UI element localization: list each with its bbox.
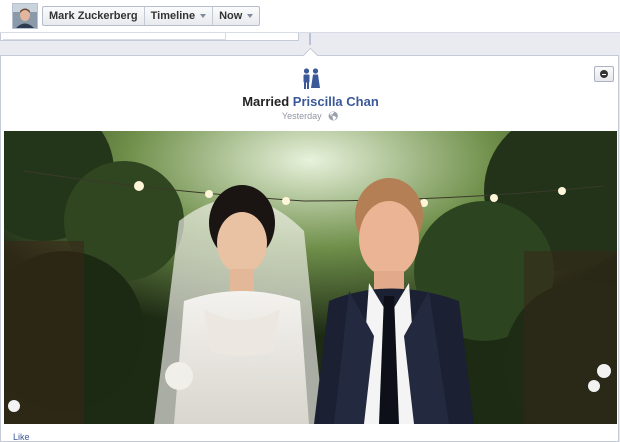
now-dropdown[interactable]: Now — [213, 7, 259, 25]
life-event-title: Married Priscilla Chan — [1, 94, 620, 109]
hide-story-button[interactable] — [594, 66, 614, 82]
profile-name-button[interactable]: Mark Zuckerberg — [43, 7, 145, 25]
life-event-card: Married Priscilla Chan Yesterday 🌎︎ Like — [0, 47, 620, 442]
wedding-couple-icon — [303, 68, 320, 89]
minus-circle-icon — [600, 70, 608, 78]
timeline-spine — [309, 33, 311, 45]
chevron-down-icon — [200, 14, 207, 18]
card-pointer — [302, 47, 319, 64]
now-label: Now — [219, 10, 243, 22]
timeline-label: Timeline — [150, 10, 196, 22]
breadcrumb: Mark Zuckerberg Timeline Now — [42, 6, 261, 26]
story-meta: Yesterday 🌎︎ — [1, 111, 620, 122]
partner-link[interactable]: Priscilla Chan — [293, 94, 379, 109]
like-link[interactable]: Like — [13, 432, 30, 442]
previous-story-card — [0, 33, 299, 41]
globe-icon[interactable]: 🌎︎ — [328, 111, 339, 122]
avatar[interactable] — [12, 3, 38, 29]
wedding-photo[interactable] — [4, 131, 617, 424]
timestamp[interactable]: Yesterday — [282, 111, 322, 121]
event-verb: Married — [242, 94, 290, 109]
chevron-down-icon — [247, 14, 254, 18]
photo-image — [4, 131, 617, 424]
timeline-top-bar: Mark Zuckerberg Timeline Now — [0, 0, 620, 33]
timeline-dropdown[interactable]: Timeline — [145, 7, 214, 25]
profile-name-label: Mark Zuckerberg — [49, 10, 138, 22]
previous-story-inner — [3, 33, 226, 40]
